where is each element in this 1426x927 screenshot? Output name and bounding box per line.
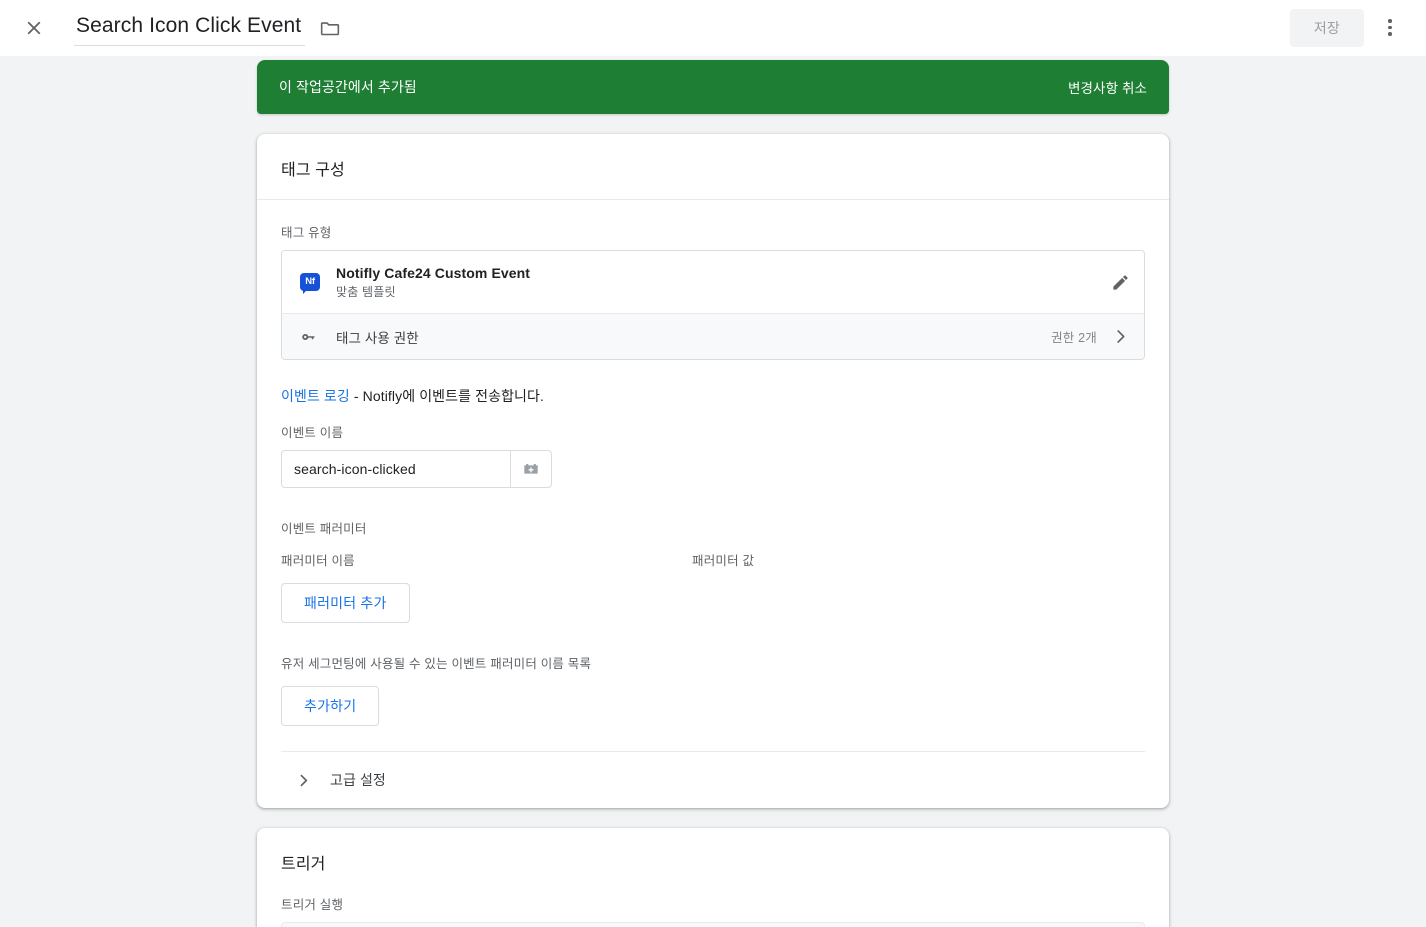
title-area: Search Icon Click Event <box>74 10 341 46</box>
chevron-right-icon <box>295 772 312 789</box>
tag-configuration-body: 태그 유형 Nf Notifly Cafe24 Custom Event 맞춤 … <box>257 200 1169 808</box>
trigger-row[interactable]: Search Icon Clicked 모든 요소 <box>281 922 1145 927</box>
tag-type-selector: Nf Notifly Cafe24 Custom Event 맞춤 템플릿 <box>281 250 1145 360</box>
tag-configuration-title: 태그 구성 <box>257 134 1169 200</box>
tag-type-label: 태그 유형 <box>281 222 1145 241</box>
param-value-header: 패러미터 값 <box>692 550 754 569</box>
trigger-card-body: 트리거 실행 Search Icon Clicked 모든 요소 <box>257 894 1169 927</box>
trigger-field-label: 트리거 실행 <box>281 894 1145 913</box>
close-icon[interactable] <box>14 8 54 48</box>
tag-type-row[interactable]: Nf Notifly Cafe24 Custom Event 맞춤 템플릿 <box>282 251 1144 313</box>
event-name-input[interactable] <box>281 450 510 488</box>
tag-type-name: Notifly Cafe24 Custom Event <box>336 265 530 281</box>
param-name-header: 패러미터 이름 <box>281 550 692 569</box>
trigger-card-title: 트리거 <box>257 828 1169 894</box>
save-button[interactable]: 저장 <box>1290 9 1364 47</box>
top-app-bar: Search Icon Click Event 저장 <box>0 0 1426 56</box>
event-parameters-label: 이벤트 패러미터 <box>281 518 1145 537</box>
add-parameter-button[interactable]: 패러미터 추가 <box>281 583 410 623</box>
tag-configuration-card: 태그 구성 태그 유형 Nf Notifly Cafe24 Custom Eve… <box>257 134 1169 808</box>
content-column: 이 작업공간에서 추가됨 변경사항 취소 태그 구성 태그 유형 Nf Noti… <box>257 60 1169 927</box>
trigger-card: 트리거 트리거 실행 Search Icon Clicked 모든 요소 <box>257 828 1169 927</box>
add-segmenting-button[interactable]: 추가하기 <box>281 686 379 726</box>
pencil-icon[interactable] <box>1111 273 1130 292</box>
advanced-settings-label: 고급 설정 <box>330 770 386 790</box>
event-name-field <box>281 450 552 488</box>
chevron-right-icon[interactable] <box>1111 327 1130 346</box>
tag-name-input[interactable]: Search Icon Click Event <box>74 10 305 46</box>
topbar-actions: 저장 <box>1290 8 1410 48</box>
key-icon <box>300 328 336 346</box>
banner-message: 이 작업공간에서 추가됨 <box>279 77 417 97</box>
discard-changes-link[interactable]: 변경사항 취소 <box>1068 77 1147 97</box>
template-description-rest: - Notifly에 이벤트를 전송합니다. <box>350 388 544 404</box>
tag-permissions-row[interactable]: 태그 사용 권한 권한 2개 <box>282 313 1144 359</box>
tag-permissions-label: 태그 사용 권한 <box>336 327 419 347</box>
segmenting-label: 유저 세그먼팅에 사용될 수 있는 이벤트 패러미터 이름 목록 <box>281 653 1145 672</box>
event-logging-link[interactable]: 이벤트 로깅 <box>281 388 350 404</box>
event-parameters-headers: 패러미터 이름 패러미터 값 <box>281 550 1145 569</box>
page-scroll-area: 이 작업공간에서 추가됨 변경사항 취소 태그 구성 태그 유형 Nf Noti… <box>0 56 1426 927</box>
advanced-settings-toggle[interactable]: 고급 설정 <box>281 751 1145 808</box>
event-name-label: 이벤트 이름 <box>281 422 1145 441</box>
tag-permissions-count: 권한 2개 <box>1051 327 1097 346</box>
more-vert-icon[interactable] <box>1370 8 1410 48</box>
notifly-nf-icon: Nf <box>300 273 336 291</box>
folder-icon[interactable] <box>319 17 341 39</box>
workspace-banner: 이 작업공간에서 추가됨 변경사항 취소 <box>257 60 1169 114</box>
variable-picker-icon[interactable] <box>510 450 552 488</box>
template-description: 이벤트 로깅 - Notifly에 이벤트를 전송합니다. <box>281 386 1145 406</box>
tag-type-subtitle: 맞춤 템플릿 <box>336 283 530 300</box>
